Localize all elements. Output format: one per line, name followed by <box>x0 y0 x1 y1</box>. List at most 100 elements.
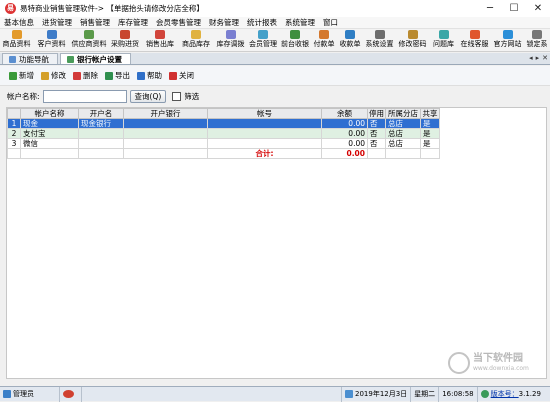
table-row[interactable]: 2 支付宝 0.00 否总店是 <box>7 128 440 139</box>
account-name-input[interactable] <box>42 90 127 103</box>
maximize-button[interactable]: ☐ <box>502 0 526 17</box>
table-header: 帐户名称 开户名 开户银行 帐号 余额 停用 所属分店 共享 <box>7 108 440 119</box>
toolbar-button-14[interactable]: 在线客服 <box>458 29 491 51</box>
menu-reports[interactable]: 统计报表 <box>243 17 281 29</box>
toolbar-button-12[interactable]: 修改密码 <box>396 29 429 51</box>
table-cell <box>207 118 322 129</box>
toolbar-button-4[interactable]: 销售出库 <box>142 29 178 51</box>
action-label: 关闭 <box>179 71 194 80</box>
accounts-table: 帐户名称 开户名 开户银行 帐号 余额 停用 所属分店 共享 1 现金 现金银行 0.00 否总店是 2… <box>7 108 440 159</box>
table-cell: 总店 <box>385 138 421 149</box>
toolbar-button-3[interactable]: 采购进货 <box>108 29 142 51</box>
add-button[interactable]: 新增 <box>6 69 37 83</box>
table-cell <box>123 128 208 139</box>
table-row[interactable]: 1 现金 现金银行 0.00 否总店是 <box>7 118 440 129</box>
add-icon <box>9 71 17 80</box>
table-cell: 现金银行 <box>78 118 124 129</box>
edit-button[interactable]: 修改 <box>38 69 69 83</box>
menu-purchase[interactable]: 进货管理 <box>38 17 76 29</box>
table-cell <box>123 148 208 159</box>
menu-system[interactable]: 系统管理 <box>281 17 319 29</box>
action-label: 导出 <box>115 71 130 80</box>
action-label: 删除 <box>83 71 98 80</box>
menu-inventory[interactable]: 库存管理 <box>114 17 152 29</box>
edit-icon <box>41 71 49 80</box>
toolbar-button-2[interactable]: 供应商资料 <box>70 29 108 51</box>
column-header[interactable]: 停用 <box>367 108 386 119</box>
watermark: 当下软件园 www.downxia.com <box>448 352 529 374</box>
table-row[interactable]: 3 微信 0.00 否总店是 <box>7 138 440 149</box>
toolbar-button-11[interactable]: 系统设置 <box>363 29 396 51</box>
tab-bank-accounts[interactable]: 银行帐户设置 <box>60 53 131 64</box>
tab-close-icon[interactable]: ✕ <box>542 54 548 62</box>
column-header[interactable] <box>7 108 21 119</box>
column-header[interactable]: 余额 <box>321 108 368 119</box>
toolbar-button-16[interactable]: 锁定系 <box>524 29 550 51</box>
export-button[interactable]: 导出 <box>102 69 133 83</box>
watermark-name: 当下软件园 <box>473 353 523 364</box>
toolbar-label: 商品资料 <box>2 40 31 48</box>
table-cell <box>207 138 322 149</box>
action-toolbar: 新增 修改 删除 导出 帮助 关闭 <box>0 66 550 86</box>
search-bar: 帐户名称: 查询(Q) 筛选 <box>0 88 550 105</box>
menu-finance[interactable]: 财务管理 <box>205 17 243 29</box>
toolbar-button-7[interactable]: 会员管理 <box>247 29 279 51</box>
close-button[interactable]: 关闭 <box>166 69 197 83</box>
toolbar-button-13[interactable]: 问题库 <box>429 29 458 51</box>
toolbar-label: 收款单 <box>339 40 361 48</box>
tab-function-nav[interactable]: 功能导航 <box>2 53 58 64</box>
toolbar-label: 商品库存 <box>182 40 210 48</box>
window-title: 易特商业销售管理软件-> 【单据抬头请修改分店全称】 <box>20 4 204 13</box>
column-header[interactable]: 帐户名称 <box>20 108 79 119</box>
column-header[interactable]: 共享 <box>420 108 440 119</box>
table-cell: 3 <box>7 138 21 149</box>
column-header[interactable]: 开户银行 <box>123 108 208 119</box>
toolbar-button-0[interactable]: 商品资料 <box>0 29 33 51</box>
tab-scroll-left-icon[interactable]: ◂ <box>529 54 533 62</box>
menu-window[interactable]: 窗口 <box>319 17 342 29</box>
minimize-button[interactable]: ─ <box>478 0 502 17</box>
calendar-icon <box>345 390 353 398</box>
tab-label: 银行帐户设置 <box>77 54 122 64</box>
help-button[interactable]: 帮助 <box>134 69 165 83</box>
status-time: 16:08:58 <box>439 386 478 402</box>
toolbar-button-5[interactable]: 商品库存 <box>178 29 214 51</box>
table-cell: 0.00 <box>321 128 368 139</box>
toolbar-icon <box>191 30 201 39</box>
toolbar-button-6[interactable]: 库存调拨 <box>214 29 247 51</box>
toolbar-button-10[interactable]: 收款单 <box>337 29 363 51</box>
filter-checkbox[interactable] <box>172 92 182 101</box>
toolbar-button-9[interactable]: 付款单 <box>311 29 337 51</box>
table-cell: 否 <box>367 138 386 149</box>
tab-label: 功能导航 <box>19 54 49 64</box>
status-user: 管理员 <box>0 386 60 402</box>
table-cell: 支付宝 <box>20 128 79 139</box>
toolbar-button-8[interactable]: 前台收银 <box>279 29 311 51</box>
version-link[interactable]: 版本号： <box>491 389 519 399</box>
column-header[interactable]: 帐号 <box>207 108 322 119</box>
tab-scroll-right-icon[interactable]: ▸ <box>536 54 540 62</box>
app-logo-icon: 易 <box>5 3 16 14</box>
title-bar: 易 易特商业销售管理软件-> 【单据抬头请修改分店全称】 ─ ☐ ✕ <box>0 0 550 17</box>
table-cell <box>20 148 79 159</box>
table-cell <box>207 128 322 139</box>
toolbar-button-1[interactable]: 客户资料 <box>33 29 70 51</box>
toolbar-icon <box>502 30 513 39</box>
menu-basic-info[interactable]: 基本信息 <box>0 17 38 29</box>
toolbar-label: 官方网站 <box>493 40 522 48</box>
toolbar-icon <box>155 30 165 39</box>
toolbar-label: 销售出库 <box>146 40 174 48</box>
table-cell: 是 <box>420 118 440 129</box>
menu-sales[interactable]: 销售管理 <box>76 17 114 29</box>
column-header[interactable]: 所属分店 <box>385 108 421 119</box>
column-header[interactable]: 开户名 <box>78 108 124 119</box>
delete-button[interactable]: 删除 <box>70 69 101 83</box>
query-button[interactable]: 查询(Q) <box>129 90 167 103</box>
toolbar-label: 会员管理 <box>249 40 277 48</box>
toolbar-button-15[interactable]: 官方网站 <box>491 29 524 51</box>
table-cell: 2 <box>7 128 21 139</box>
table-total-row: 合计: 0.00 <box>7 148 440 159</box>
close-window-button[interactable]: ✕ <box>526 0 550 17</box>
menu-member-retail[interactable]: 会员零售管理 <box>152 17 205 29</box>
toolbar-label: 前台收银 <box>281 40 309 48</box>
